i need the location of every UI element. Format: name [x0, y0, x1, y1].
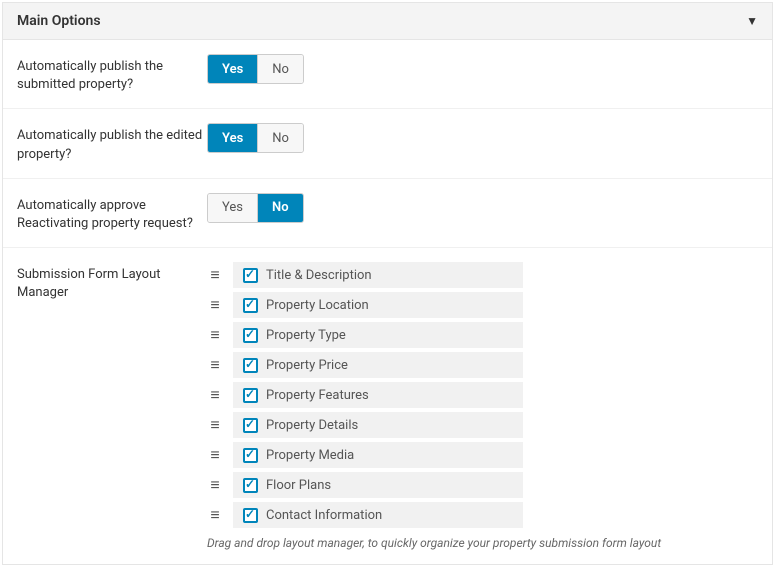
field-label: Automatically publish the submitted prop…: [17, 54, 207, 94]
layout-item-label: Property Features: [266, 388, 369, 403]
toggle-yes[interactable]: Yes: [208, 55, 257, 83]
field-auto-publish-submitted: Automatically publish the submitted prop…: [3, 40, 772, 109]
drag-handle-icon[interactable]: ≡: [207, 357, 223, 373]
layout-item[interactable]: ≡ Property Price: [207, 352, 758, 378]
panel-header[interactable]: Main Options ▼: [3, 3, 772, 40]
drag-handle-icon[interactable]: ≡: [207, 387, 223, 403]
layout-checkbox[interactable]: [243, 358, 258, 373]
panel-title: Main Options: [17, 13, 101, 29]
layout-checkbox[interactable]: [243, 448, 258, 463]
layout-item[interactable]: ≡ Title & Description: [207, 262, 758, 288]
drag-handle-icon[interactable]: ≡: [207, 267, 223, 283]
field-auto-publish-edited: Automatically publish the edited propert…: [3, 109, 772, 178]
layout-item-label: Property Media: [266, 448, 354, 463]
layout-box: Floor Plans: [233, 472, 523, 498]
layout-checkbox[interactable]: [243, 388, 258, 403]
drag-handle-icon[interactable]: ≡: [207, 327, 223, 343]
layout-box: Contact Information: [233, 502, 523, 528]
layout-box: Property Media: [233, 442, 523, 468]
collapse-icon: ▼: [746, 14, 758, 28]
layout-checkbox[interactable]: [243, 508, 258, 523]
toggle-no[interactable]: No: [257, 55, 303, 83]
layout-box: Title & Description: [233, 262, 523, 288]
main-options-panel: Main Options ▼ Automatically publish the…: [2, 2, 773, 565]
toggle-auto-approve-reactivate: Yes No: [207, 193, 304, 223]
layout-checkbox[interactable]: [243, 478, 258, 493]
layout-box: Property Price: [233, 352, 523, 378]
field-auto-approve-reactivate: Automatically approve Reactivating prope…: [3, 179, 772, 248]
layout-checkbox[interactable]: [243, 328, 258, 343]
drag-handle-icon[interactable]: ≡: [207, 477, 223, 493]
layout-item[interactable]: ≡ Contact Information: [207, 502, 758, 528]
field-label: Automatically publish the edited propert…: [17, 123, 207, 163]
layout-checkbox[interactable]: [243, 298, 258, 313]
toggle-yes[interactable]: Yes: [208, 124, 257, 152]
toggle-yes[interactable]: Yes: [208, 194, 257, 222]
layout-item-label: Contact Information: [266, 508, 382, 523]
layout-item-label: Floor Plans: [266, 478, 331, 493]
layout-checkbox[interactable]: [243, 268, 258, 283]
layout-item-label: Property Price: [266, 358, 348, 373]
layout-item[interactable]: ≡ Property Location: [207, 292, 758, 318]
toggle-auto-publish-submitted: Yes No: [207, 54, 304, 84]
drag-handle-icon[interactable]: ≡: [207, 447, 223, 463]
layout-checkbox[interactable]: [243, 418, 258, 433]
panel-body: Automatically publish the submitted prop…: [3, 40, 772, 564]
toggle-auto-publish-edited: Yes No: [207, 123, 304, 153]
layout-item[interactable]: ≡ Property Media: [207, 442, 758, 468]
drag-handle-icon[interactable]: ≡: [207, 297, 223, 313]
layout-item[interactable]: ≡ Property Details: [207, 412, 758, 438]
layout-item-label: Property Type: [266, 328, 346, 343]
field-label: Submission Form Layout Manager: [17, 262, 207, 302]
drag-handle-icon[interactable]: ≡: [207, 417, 223, 433]
layout-item[interactable]: ≡ Floor Plans: [207, 472, 758, 498]
layout-box: Property Location: [233, 292, 523, 318]
layout-item[interactable]: ≡ Property Type: [207, 322, 758, 348]
field-layout-manager: Submission Form Layout Manager ≡ Title & …: [3, 248, 772, 564]
field-control: Yes No: [207, 123, 758, 153]
toggle-no[interactable]: No: [257, 124, 303, 152]
help-text: Drag and drop layout manager, to quickly…: [207, 536, 758, 550]
layout-item-label: Property Details: [266, 418, 358, 433]
drag-handle-icon[interactable]: ≡: [207, 507, 223, 523]
layout-box: Property Type: [233, 322, 523, 348]
field-control: Yes No: [207, 54, 758, 84]
field-label: Automatically approve Reactivating prope…: [17, 193, 207, 233]
toggle-no[interactable]: No: [257, 194, 303, 222]
layout-box: Property Features: [233, 382, 523, 408]
layout-box: Property Details: [233, 412, 523, 438]
layout-item[interactable]: ≡ Property Features: [207, 382, 758, 408]
layout-item-label: Property Location: [266, 298, 369, 313]
layout-item-label: Title & Description: [266, 268, 372, 283]
field-control: Yes No: [207, 193, 758, 223]
field-control: ≡ Title & Description ≡ Property Location ≡ P…: [207, 262, 758, 550]
layout-list: ≡ Title & Description ≡ Property Location ≡ P…: [207, 262, 758, 528]
